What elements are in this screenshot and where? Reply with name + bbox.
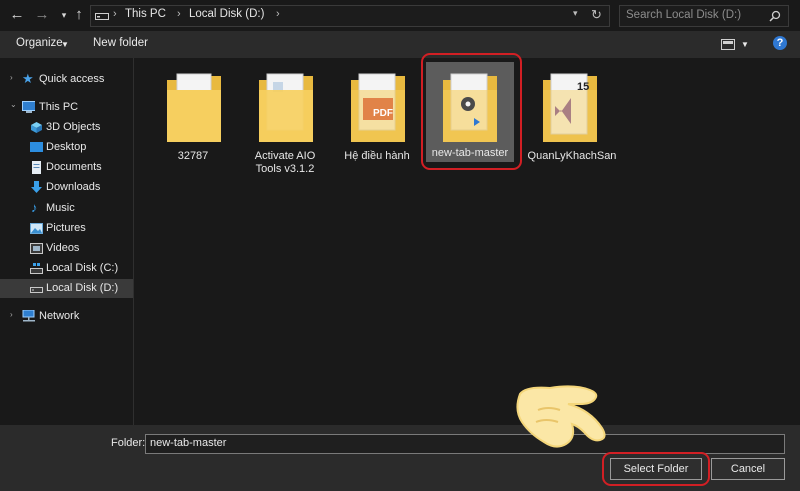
nav-item-pictures[interactable]: Pictures [0,219,133,238]
pictures-icon [30,223,43,234]
nav-label: Pictures [46,222,86,234]
nav-item-music[interactable]: ♪ Music [0,199,133,218]
expand-chevron-icon[interactable]: › [10,73,13,82]
search-box[interactable]: Search Local Disk (D:) [619,5,789,27]
breadcrumb-separator: › [276,8,280,20]
breadcrumb-separator: › [113,8,117,20]
organize-chevron-icon[interactable]: ▼ [61,40,69,49]
folder-label: QuanLyKhachSan [527,150,617,162]
download-icon [31,181,42,193]
expand-chevron-icon[interactable]: › [10,310,13,319]
folder-label: 32787 [177,150,209,162]
address-dropdown-icon[interactable]: ▾ [573,8,578,19]
new-folder-button[interactable]: New folder [93,37,148,49]
vs-version-badge: 15 [577,81,590,93]
nav-label: Videos [46,242,80,254]
nav-label: Quick access [39,73,105,85]
nav-item-local-disk-c[interactable]: Local Disk (C:) [0,259,133,278]
nav-item-local-disk-d[interactable]: Local Disk (D:) [0,279,133,298]
folder-item[interactable]: 32787 [148,64,238,174]
folder-label: Activate AIO [254,150,316,162]
nav-label: 3D Objects [46,121,101,133]
nav-item-this-pc[interactable]: ⌄ This PC [0,98,133,117]
breadcrumb-separator: › [177,8,181,20]
folder-name-value: new-tab-master [150,437,227,449]
search-placeholder: Search Local Disk (D:) [626,9,742,21]
highlight-box-folder [421,53,522,170]
help-icon[interactable]: ? [773,36,787,50]
star-icon: ★ [22,71,34,86]
up-arrow-icon[interactable]: ↑ [70,6,88,24]
document-icon [32,161,41,174]
breadcrumb-this-pc[interactable]: This PC [125,8,166,20]
pdf-badge: PDF [373,108,393,119]
address-bar[interactable]: › This PC › Local Disk (D:) › ▾ ↻ [90,5,610,27]
view-options-icon[interactable] [721,39,735,50]
folder-field-label: Folder: [111,437,146,449]
organize-button[interactable]: Organize [16,37,63,49]
computer-icon [22,101,35,113]
cube-icon [31,122,42,133]
desktop-icon [30,142,43,152]
drive-icon [30,287,43,293]
drive-icon [95,13,109,20]
folder-label-line-2: Tools v3.1.2 [255,163,315,175]
folder-name-input[interactable]: new-tab-master [145,434,785,454]
folder-icon [543,73,597,142]
search-icon[interactable] [769,10,781,22]
nav-item-videos[interactable]: Videos [0,239,133,258]
nav-label: Downloads [46,181,101,193]
nav-label: Music [46,202,75,214]
nav-label: Network [39,310,80,322]
view-options-chevron-icon[interactable]: ▼ [741,40,749,49]
nav-item-downloads[interactable]: Downloads [0,178,133,197]
collapse-chevron-icon[interactable]: ⌄ [10,100,17,109]
highlight-box-button [602,452,710,486]
nav-item-3d-objects[interactable]: 3D Objects [0,118,133,137]
nav-label: This PC [39,101,79,113]
folder-item[interactable]: PDF Hệ điều hành [332,64,422,174]
toolbar: Organize ▼ New folder ▼ ? [0,31,800,58]
nav-label: Local Disk (C:) [46,262,119,274]
nav-label: Local Disk (D:) [46,282,119,294]
address-row: ← → ▾ ↑ › This PC › Local Disk (D:) › ▾ … [0,0,800,30]
folder-item[interactable]: Activate AIO Tools v3.1.2 [240,64,330,175]
nav-label: Desktop [46,141,87,153]
network-icon [22,310,35,322]
cancel-button[interactable]: Cancel [711,458,785,480]
file-list: 32787 Activate AIO Tools v3.1.2 PDF Hệ đ… [134,53,800,425]
folder-icon [167,73,221,142]
pointing-hand-icon [516,385,606,448]
music-note-icon: ♪ [31,200,38,215]
nav-item-documents[interactable]: Documents [0,158,133,177]
breadcrumb-local-disk-d[interactable]: Local Disk (D:) [189,8,264,20]
navigation-pane: › ★ Quick access ⌄ This PC 3D Objects De… [0,58,134,425]
forward-arrow-icon[interactable]: → [33,6,51,24]
videos-icon [30,243,43,254]
nav-item-desktop[interactable]: Desktop [0,138,133,157]
refresh-icon[interactable]: ↻ [591,7,602,23]
nav-item-quick-access[interactable]: › ★ Quick access [0,70,133,89]
nav-label: Documents [46,161,102,173]
folder-item[interactable]: 15 QuanLyKhachSan [524,64,620,174]
nav-item-network[interactable]: › Network [0,307,133,326]
folder-icon [259,73,313,142]
windows-drive-icon [30,263,43,274]
back-arrow-icon[interactable]: ← [8,6,26,24]
folder-label: Hệ điều hành [344,150,410,162]
